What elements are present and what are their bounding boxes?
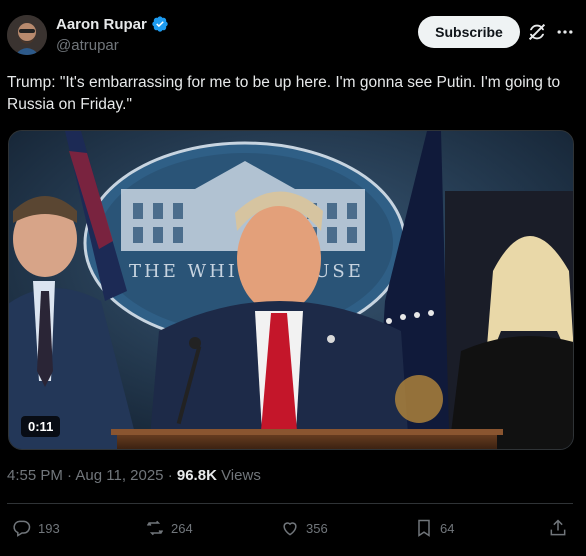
verified-badge-icon xyxy=(151,15,169,33)
handle[interactable]: @atrupar xyxy=(56,37,119,54)
display-name[interactable]: Aaron Rupar xyxy=(56,16,147,33)
action-bar: 193 264 356 64 xyxy=(0,512,586,544)
tweet-meta: 4:55 PM · Aug 11, 2025 · 96.8K Views xyxy=(7,467,261,484)
tweet-header: Aaron Rupar @atrupar Subscribe xyxy=(0,0,586,64)
repost-icon xyxy=(146,520,164,536)
video-duration: 0:11 xyxy=(21,416,61,437)
views-label: Views xyxy=(221,467,261,484)
share-icon xyxy=(550,519,566,536)
repost-count: 264 xyxy=(171,520,193,536)
tweet-text: Trump: "It's embarrassing for me to be u… xyxy=(7,74,561,113)
reply-count: 193 xyxy=(38,520,60,536)
views-count: 96.8K xyxy=(176,467,217,484)
meta-separator: · xyxy=(167,467,173,484)
tweet-date[interactable]: Aug 11, 2025 xyxy=(75,467,163,484)
more-icon[interactable] xyxy=(555,22,575,42)
video-frame: THE WHITE HOUSE xyxy=(9,131,573,449)
reply-icon xyxy=(13,520,31,537)
repost-button[interactable]: 264 xyxy=(145,518,193,538)
like-button[interactable]: 356 xyxy=(280,518,328,538)
heart-icon xyxy=(283,522,297,536)
bookmark-icon xyxy=(418,519,430,537)
share-button[interactable] xyxy=(548,518,568,538)
subscribe-button[interactable]: Subscribe xyxy=(418,16,520,48)
like-count: 356 xyxy=(306,520,328,536)
bookmark-button[interactable]: 64 xyxy=(414,518,454,538)
reply-button[interactable]: 193 xyxy=(12,518,60,538)
grok-icon[interactable] xyxy=(526,21,548,43)
divider xyxy=(7,503,573,504)
tweet-time[interactable]: 4:55 PM xyxy=(7,467,63,484)
avatar[interactable] xyxy=(7,15,47,55)
name-row: Aaron Rupar xyxy=(56,15,169,33)
bookmark-count: 64 xyxy=(440,520,455,536)
video-player[interactable]: THE WHITE HOUSE 0:11 xyxy=(8,130,574,450)
avatar-image xyxy=(7,15,47,55)
meta-separator: · xyxy=(67,467,73,484)
